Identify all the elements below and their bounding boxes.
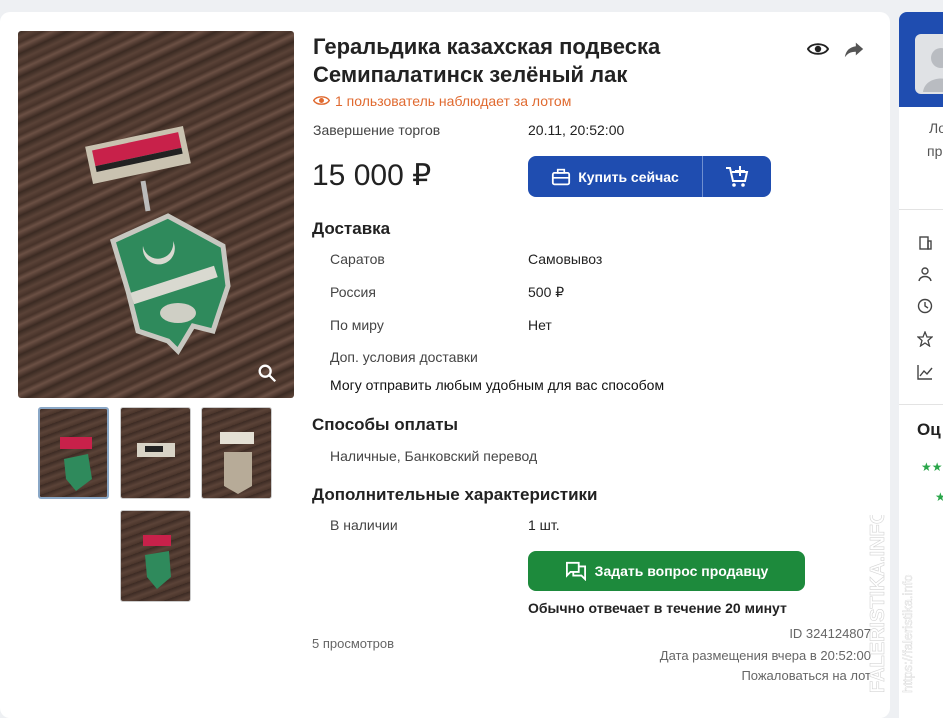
buy-now-label: Купить сейчас bbox=[578, 168, 679, 185]
watchers-text: 1 пользователь наблюдает за лотом bbox=[335, 92, 572, 109]
buy-now-button[interactable]: Купить сейчас bbox=[528, 156, 703, 197]
avatar[interactable] bbox=[915, 34, 943, 94]
person-icon bbox=[918, 267, 932, 282]
delivery-row-value: 500 ₽ bbox=[528, 284, 565, 300]
thumbnail-1[interactable] bbox=[38, 407, 109, 499]
share-icon[interactable] bbox=[843, 38, 865, 60]
watermark: FALERISTIKA.INFO https://faleristika.inf… bbox=[867, 515, 916, 694]
payment-title: Способы оплаты bbox=[312, 415, 459, 434]
reply-time-note: Обычно отвечает в течение 20 минут bbox=[528, 600, 787, 616]
thumbnail-2[interactable] bbox=[120, 407, 191, 499]
clock-icon bbox=[917, 298, 933, 314]
zoom-icon[interactable] bbox=[256, 362, 278, 384]
watermark-line-1: FALERISTIKA.INFO bbox=[867, 515, 889, 693]
main-photo[interactable] bbox=[18, 31, 294, 398]
stock-value: 1 шт. bbox=[528, 517, 560, 533]
title-line-2: Семипалатинск зелёный лак bbox=[313, 62, 628, 87]
stock-label: В наличии bbox=[330, 517, 398, 533]
watermark-line-2: https://faleristika.info bbox=[900, 575, 915, 694]
delivery-row-label: По миру bbox=[330, 317, 384, 333]
rating-stars: ★★ bbox=[921, 460, 943, 474]
delivery-row-value: Самовывоз bbox=[528, 251, 603, 267]
cart-plus-icon bbox=[726, 165, 749, 187]
end-value: 20.11, 20:52:00 bbox=[528, 122, 625, 138]
thumbnail-4[interactable] bbox=[120, 510, 191, 602]
rating-section-title: Оц bbox=[917, 420, 941, 439]
posted-date: Дата размещения вчера в 20:52:00 bbox=[659, 648, 871, 663]
delivery-title: Доставка bbox=[312, 219, 391, 238]
rating-stars: ★ bbox=[935, 490, 943, 504]
ask-seller-button[interactable]: Задать вопрос продавцу bbox=[528, 551, 805, 591]
characteristics-title: Дополнительные характеристики bbox=[312, 485, 598, 504]
lot-title: Геральдика казахская подвеска Семипалати… bbox=[313, 33, 783, 89]
add-to-cart-button[interactable] bbox=[703, 156, 771, 197]
delivery-row-label: Россия bbox=[330, 284, 376, 300]
thumbnail-3[interactable] bbox=[201, 407, 272, 499]
ask-seller-label: Задать вопрос продавцу bbox=[594, 563, 769, 579]
star-icon bbox=[917, 331, 933, 347]
payment-methods: Наличные, Банковский перевод bbox=[330, 448, 538, 464]
delivery-row-value: Нет bbox=[528, 317, 552, 333]
seller-text-2: пр bbox=[927, 143, 943, 159]
eye-icon[interactable] bbox=[807, 38, 829, 60]
suitcase-icon bbox=[552, 168, 571, 185]
end-label: Завершение торгов bbox=[313, 122, 441, 138]
chat-icon bbox=[565, 561, 586, 581]
building-icon bbox=[919, 236, 932, 250]
delivery-row-label: Саратов bbox=[330, 251, 385, 267]
delivery-extra-label: Доп. условия доставки bbox=[330, 349, 478, 365]
report-link[interactable]: Пожаловаться на лот bbox=[741, 668, 871, 683]
title-line-1: Геральдика казахская подвеска bbox=[313, 34, 661, 59]
lot-id: ID 324124807 bbox=[789, 626, 871, 641]
chart-icon bbox=[917, 365, 933, 380]
views-count: 5 просмотров bbox=[312, 636, 395, 651]
watchers-info: 1 пользователь наблюдает за лотом bbox=[313, 92, 571, 109]
delivery-extra-text: Могу отправить любым удобным для вас спо… bbox=[330, 377, 665, 393]
seller-text-1: Ло bbox=[929, 120, 943, 136]
badge-image bbox=[85, 126, 231, 356]
buy-now-button-group: Купить сейчас bbox=[528, 156, 771, 197]
price: 15 000 ₽ bbox=[312, 159, 432, 192]
eye-icon bbox=[313, 96, 330, 105]
